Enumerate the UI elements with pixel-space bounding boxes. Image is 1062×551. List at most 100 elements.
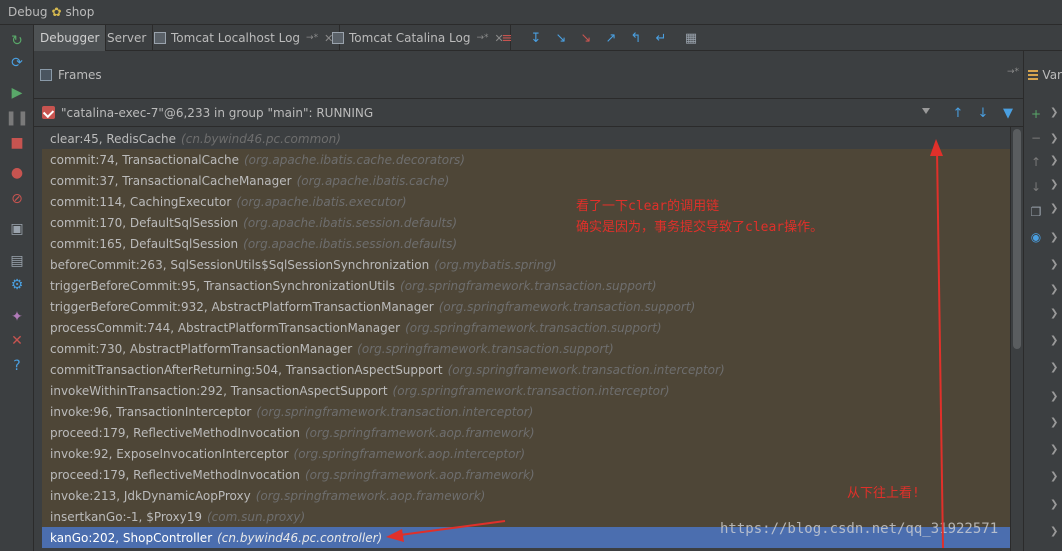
new-watch-icon[interactable]: +	[1026, 105, 1046, 123]
frame-package: (org.mybatis.spring)	[434, 257, 557, 272]
layout-icon[interactable]: ▤	[7, 251, 27, 271]
filter-icon[interactable]: ▼	[1000, 105, 1016, 121]
stack-frame-row[interactable]: commitTransactionAfterReturning:504, Tra…	[42, 359, 1010, 380]
stack-frame-row[interactable]: invokeWithinTransaction:292, Transaction…	[42, 380, 1010, 401]
step-over-icon[interactable]: ↧	[527, 29, 545, 47]
frame-package: (org.springframework.aop.framework)	[304, 467, 535, 482]
stack-frame-row[interactable]: commit:170, DefaultSqlSession (org.apache…	[42, 212, 1010, 233]
frame-package: (org.apache.ibatis.executor)	[236, 194, 407, 209]
frame-method: beforeCommit:263, SqlSessionUtils$SqlSes…	[50, 257, 430, 272]
stack-frame-row[interactable]: invoke:92, ExposeInvocationInterceptor (o…	[42, 443, 1010, 464]
window-title-bar: Debug ✿ shop	[0, 0, 1062, 25]
frame-package: (cn.bywind46.pc.controller)	[217, 530, 383, 545]
thread-selector[interactable]: "catalina-exec-7"@6,233 in group "main":…	[34, 99, 1023, 127]
run-to-cursor-icon[interactable]: ↵	[652, 29, 670, 47]
tab-label: Tomcat Localhost Log	[171, 31, 301, 45]
camera-icon[interactable]: ▣	[7, 219, 27, 239]
frame-method: triggerBeforeCommit:95, TransactionSynch…	[50, 278, 396, 293]
stack-frame-row[interactable]: clear:45, RedisCache (cn.bywind46.pc.comm…	[42, 128, 1010, 149]
stack-frame-row[interactable]: commit:37, TransactionalCacheManager (org…	[42, 170, 1010, 191]
stack-frame-row[interactable]: commit:74, TransactionalCache (org.apache…	[42, 149, 1010, 170]
force-step-into-icon[interactable]: ↘	[577, 29, 595, 47]
frame-package: (org.springframework.transaction.support…	[357, 341, 614, 356]
frame-method: commitTransactionAfterReturning:504, Tra…	[50, 362, 443, 377]
stack-frame-row[interactable]: invoke:96, TransactionInterceptor (org.sp…	[42, 401, 1010, 422]
help-icon[interactable]: ?	[7, 356, 27, 376]
pause-icon[interactable]: ❚❚	[5, 108, 28, 128]
tab-server[interactable]: Server	[101, 25, 154, 51]
bug-icon: ✿	[51, 5, 62, 19]
chevron-right-icon: ❯	[1050, 284, 1059, 295]
stop-icon[interactable]: ■	[7, 133, 27, 153]
tab-tomcat-localhost-log[interactable]: Tomcat Localhost Log →* ✕	[148, 25, 341, 51]
chevron-right-icon: ❯	[1050, 232, 1059, 243]
frame-method: clear:45, RedisCache	[50, 131, 177, 146]
frame-method: commit:37, TransactionalCacheManager	[50, 173, 292, 188]
frames-scrollbar[interactable]	[1010, 127, 1023, 551]
remove-watch-icon[interactable]: −	[1026, 129, 1046, 147]
chevron-right-icon: ❯	[1050, 308, 1059, 319]
frame-package: (org.springframework.aop.interceptor)	[293, 446, 526, 461]
frames-pin-icon[interactable]: →*	[1007, 67, 1019, 77]
chevron-right-icon: ❯	[1050, 335, 1059, 346]
step-into-icon[interactable]: ↘	[552, 29, 570, 47]
frame-package: (org.springframework.transaction.support…	[438, 299, 696, 314]
frame-method: invoke:96, TransactionInterceptor	[50, 404, 252, 419]
scrollbar-thumb[interactable]	[1013, 129, 1021, 349]
watches-icon[interactable]: ◉	[1026, 228, 1046, 246]
frame-package: (org.springframework.transaction.support…	[400, 278, 657, 293]
frames-panel-header: Frames →*	[34, 51, 1023, 99]
annotation-bottom-note: 从下往上看!	[847, 486, 920, 501]
pin-tab-icon[interactable]: →*	[306, 33, 318, 43]
copy-icon[interactable]: ❐	[1026, 203, 1046, 221]
frame-up-icon[interactable]: ↑	[950, 105, 966, 121]
chevron-right-icon: ❯	[1050, 259, 1059, 270]
thread-status-icon	[42, 106, 55, 119]
frame-method: processCommit:744, AbstractPlatformTrans…	[50, 320, 401, 335]
chevron-right-icon: ❯	[1050, 107, 1059, 118]
settings-icon[interactable]: ⚙	[7, 275, 27, 295]
pin-icon[interactable]: ✦	[7, 307, 27, 327]
evaluate-expression-icon[interactable]: ▦	[682, 29, 700, 47]
frame-method: proceed:179, ReflectiveMethodInvocation	[50, 425, 300, 440]
stack-frame-row[interactable]: proceed:179, ReflectiveMethodInvocation (…	[42, 464, 1010, 485]
stack-frame-row[interactable]: triggerBeforeCommit:932, AbstractPlatfor…	[42, 296, 1010, 317]
resume-icon[interactable]: ▶	[7, 83, 27, 103]
frame-method: invokeWithinTransaction:292, Transaction…	[50, 383, 388, 398]
tab-label: Tomcat Catalina Log	[349, 31, 471, 45]
stack-frame-row[interactable]: commit:165, DefaultSqlSession (org.apache…	[42, 233, 1010, 254]
frame-method: commit:730, AbstractPlatformTransactionM…	[50, 341, 353, 356]
stack-frame-row[interactable]: commit:730, AbstractPlatformTransactionM…	[42, 338, 1010, 359]
chevron-right-icon: ❯	[1050, 444, 1059, 455]
frame-package: (org.springframework.aop.framework)	[304, 425, 535, 440]
stack-frame-row[interactable]: triggerBeforeCommit:95, TransactionSynch…	[42, 275, 1010, 296]
debug-tab-strip: Debugger Server Tomcat Localhost Log →* …	[34, 25, 1062, 51]
chevron-down-icon[interactable]	[922, 108, 930, 114]
view-breakpoints-icon[interactable]: ●	[7, 163, 27, 183]
window-title-project: shop	[65, 5, 95, 19]
frame-method: insertkanGo:-1, $Proxy19	[50, 509, 202, 524]
frame-method: triggerBeforeCommit:932, AbstractPlatfor…	[50, 299, 434, 314]
move-down-icon[interactable]: ↓	[1026, 178, 1046, 196]
stack-frame-row[interactable]: proceed:179, ReflectiveMethodInvocation (…	[42, 422, 1010, 443]
show-execution-point-icon[interactable]: ≡	[498, 29, 516, 47]
variables-toolbar: + − ↑ ↓ ❐ ◉ ❯ ❯ ❯ ❯ ❯ ❯ ❯ ❯ ❯ ❯ ❯ ❯ ❯ ❯ …	[1023, 99, 1062, 551]
drop-frame-icon[interactable]: ↰	[627, 29, 645, 47]
tab-debugger[interactable]: Debugger	[34, 25, 107, 51]
refresh-icon[interactable]: ⟳	[7, 53, 27, 73]
stack-frame-row[interactable]: commit:114, CachingExecutor (org.apache.i…	[42, 191, 1010, 212]
variables-panel-header: Var	[1023, 51, 1062, 99]
annotation-note-line1: 看了一下clear的调用链	[576, 199, 720, 214]
rerun-icon[interactable]: ↻	[7, 31, 27, 51]
watermark: https://blog.csdn.net/qq_31922571	[720, 521, 999, 537]
stack-frame-row[interactable]: processCommit:744, AbstractPlatformTrans…	[42, 317, 1010, 338]
step-out-icon[interactable]: ↗	[602, 29, 620, 47]
close-icon[interactable]: ✕	[7, 331, 27, 351]
pin-tab-icon[interactable]: →*	[476, 33, 488, 43]
tab-tomcat-catalina-log[interactable]: Tomcat Catalina Log →* ✕	[326, 25, 511, 51]
move-up-icon[interactable]: ↑	[1026, 153, 1046, 171]
frame-down-icon[interactable]: ↓	[975, 105, 991, 121]
stack-frame-row[interactable]: beforeCommit:263, SqlSessionUtils$SqlSes…	[42, 254, 1010, 275]
mute-breakpoints-icon[interactable]: ⊘	[7, 189, 27, 209]
frame-package: (org.apache.ibatis.cache)	[296, 173, 450, 188]
